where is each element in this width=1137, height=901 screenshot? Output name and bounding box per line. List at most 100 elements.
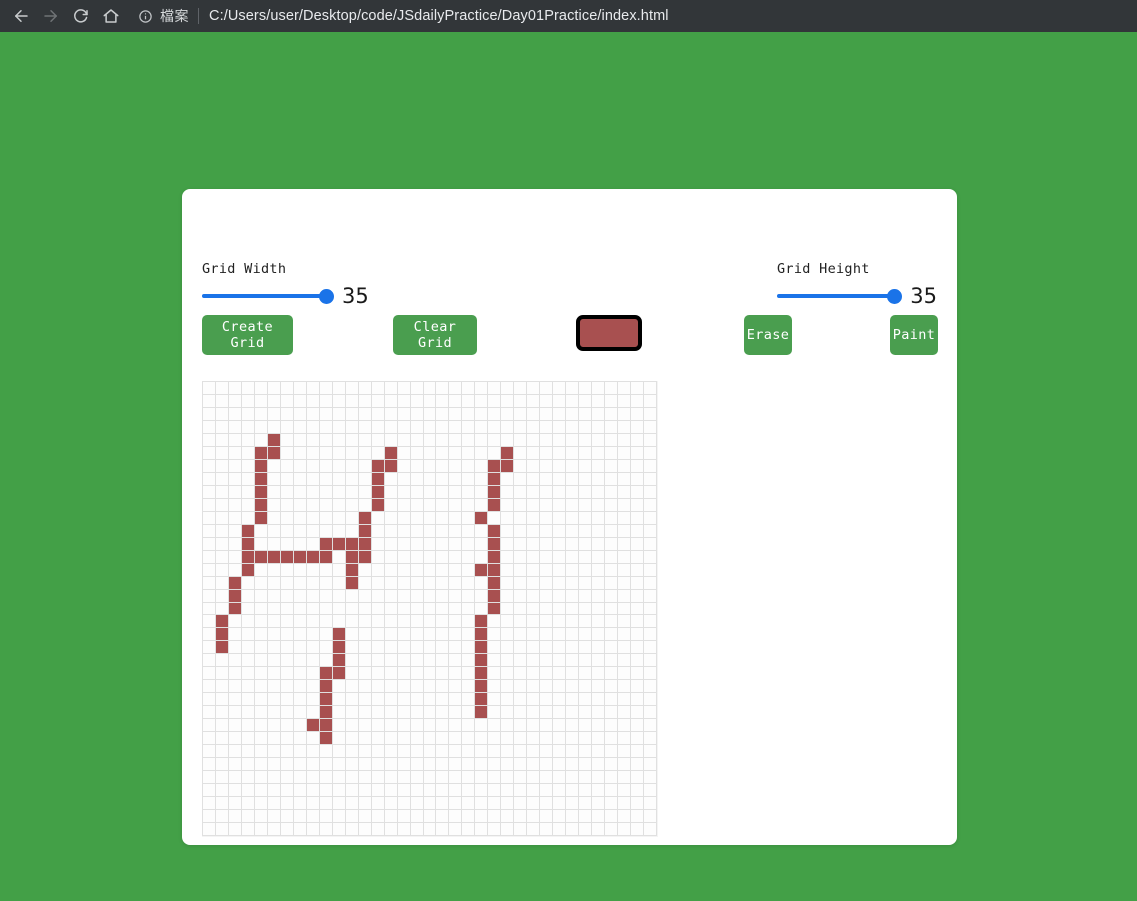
grid-cell[interactable] [267,524,280,537]
grid-cell[interactable] [384,771,397,784]
grid-cell[interactable] [345,472,358,485]
grid-cell[interactable] [241,407,254,420]
grid-cell[interactable] [462,732,475,745]
grid-cell[interactable] [475,810,488,823]
grid-cell[interactable] [280,771,293,784]
grid-cell[interactable] [631,459,644,472]
grid-cell[interactable] [319,797,332,810]
grid-cell[interactable] [228,382,241,394]
grid-cell[interactable] [280,511,293,524]
grid-cell[interactable] [384,758,397,771]
grid-cell[interactable] [436,420,449,433]
grid-cell[interactable] [384,472,397,485]
grid-cell[interactable] [501,745,514,758]
grid-cell[interactable] [644,771,656,784]
grid-cell[interactable] [618,576,631,589]
grid-cell[interactable] [241,823,254,835]
grid-cell[interactable] [384,407,397,420]
grid-cell[interactable] [488,446,501,459]
grid-cell[interactable] [254,498,267,511]
grid-cell[interactable] [384,446,397,459]
grid-cell[interactable] [631,810,644,823]
grid-cell[interactable] [449,485,462,498]
grid-cell[interactable] [436,784,449,797]
grid-cell[interactable] [358,810,371,823]
grid-cell[interactable] [241,680,254,693]
grid-cell[interactable] [540,524,553,537]
grid-cell[interactable] [319,745,332,758]
grid-cell[interactable] [527,511,540,524]
grid-cell[interactable] [241,485,254,498]
grid-cell[interactable] [605,706,618,719]
grid-cell[interactable] [319,407,332,420]
grid-cell[interactable] [267,771,280,784]
grid-cell[interactable] [462,420,475,433]
grid-cell[interactable] [241,745,254,758]
grid-cell[interactable] [605,589,618,602]
grid-cell[interactable] [501,485,514,498]
grid-cell[interactable] [618,537,631,550]
grid-cell[interactable] [436,459,449,472]
grid-cell[interactable] [488,797,501,810]
grid-cell[interactable] [410,433,423,446]
grid-cell[interactable] [397,732,410,745]
grid-cell[interactable] [644,758,656,771]
grid-cell[interactable] [462,446,475,459]
grid-cell[interactable] [540,823,553,835]
grid-cell[interactable] [280,823,293,835]
grid-cell[interactable] [488,485,501,498]
grid-cell[interactable] [540,382,553,394]
grid-cell[interactable] [579,420,592,433]
grid-cell[interactable] [514,615,527,628]
grid-cell[interactable] [358,485,371,498]
grid-cell[interactable] [423,576,436,589]
grid-cell[interactable] [241,420,254,433]
grid-width-slider-thumb[interactable] [319,288,334,304]
grid-cell[interactable] [215,771,228,784]
grid-cell[interactable] [384,706,397,719]
grid-cell[interactable] [618,693,631,706]
grid-cell[interactable] [241,446,254,459]
grid-cell[interactable] [553,589,566,602]
grid-cell[interactable] [618,459,631,472]
grid-cell[interactable] [644,394,656,407]
grid-cell[interactable] [592,771,605,784]
grid-cell[interactable] [631,394,644,407]
grid-cell[interactable] [384,615,397,628]
grid-cell[interactable] [306,407,319,420]
grid-cell[interactable] [293,693,306,706]
grid-cell[interactable] [579,784,592,797]
grid-cell[interactable] [488,524,501,537]
grid-cell[interactable] [423,654,436,667]
grid-cell[interactable] [280,420,293,433]
grid-cell[interactable] [436,407,449,420]
grid-cell[interactable] [203,537,215,550]
grid-cell[interactable] [553,628,566,641]
grid-cell[interactable] [501,576,514,589]
grid-cell[interactable] [566,394,579,407]
grid-cell[interactable] [203,394,215,407]
grid-cell[interactable] [475,823,488,835]
grid-cell[interactable] [267,589,280,602]
grid-cell[interactable] [345,524,358,537]
grid-cell[interactable] [384,550,397,563]
grid-cell[interactable] [566,732,579,745]
grid-cell[interactable] [579,576,592,589]
grid-cell[interactable] [540,446,553,459]
grid-cell[interactable] [203,810,215,823]
grid-cell[interactable] [462,433,475,446]
grid-cell[interactable] [228,433,241,446]
grid-cell[interactable] [267,407,280,420]
grid-cell[interactable] [449,550,462,563]
grid-cell[interactable] [293,706,306,719]
grid-cell[interactable] [358,433,371,446]
grid-cell[interactable] [501,758,514,771]
grid-cell[interactable] [228,680,241,693]
grid-cell[interactable] [644,459,656,472]
grid-cell[interactable] [618,784,631,797]
grid-cell[interactable] [371,810,384,823]
grid-cell[interactable] [293,732,306,745]
grid-cell[interactable] [384,654,397,667]
grid-cell[interactable] [475,472,488,485]
grid-cell[interactable] [488,693,501,706]
